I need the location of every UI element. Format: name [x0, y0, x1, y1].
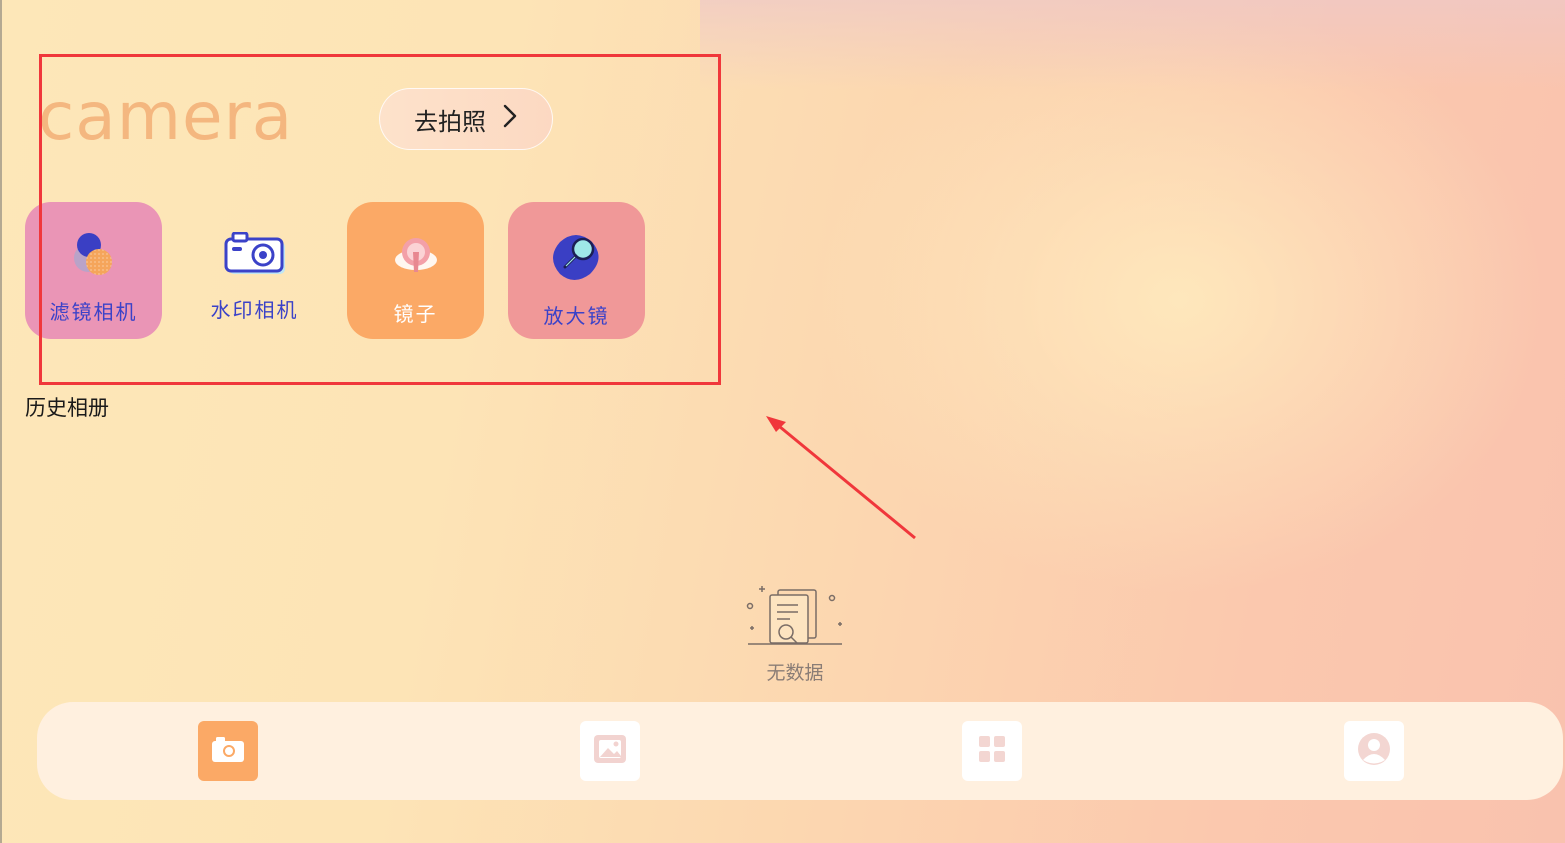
user-icon [1356, 731, 1392, 771]
go-shoot-label: 去拍照 [414, 107, 486, 136]
camera-icon [211, 735, 245, 767]
tool-label: 滤镜相机 [49, 300, 138, 324]
tool-filter-camera[interactable]: 滤镜相机 [25, 202, 162, 339]
image-icon [592, 733, 628, 769]
annotation-arrow [766, 416, 916, 540]
magnifier-icon [550, 232, 604, 284]
tool-magnifier[interactable]: 放大镜 [508, 202, 645, 339]
bottom-tab-bar [37, 702, 1563, 800]
tool-label: 水印相机 [210, 298, 299, 322]
tab-apps[interactable] [962, 721, 1022, 781]
tool-label: 镜子 [393, 302, 438, 326]
app-brand-title: camera [38, 78, 294, 155]
tool-mirror[interactable]: 镜子 [347, 202, 484, 339]
tool-watermark-camera[interactable]: 水印相机 [186, 202, 323, 339]
camera-outline-icon [223, 232, 287, 278]
go-shoot-button[interactable]: 去拍照 [379, 88, 553, 150]
empty-state-text: 无数据 [766, 662, 824, 684]
hand-mirror-icon [391, 232, 441, 282]
tab-camera[interactable] [198, 721, 258, 781]
tab-album[interactable] [580, 721, 640, 781]
tab-profile[interactable] [1344, 721, 1404, 781]
history-album-title: 历史相册 [25, 396, 109, 420]
filter-circles-icon [69, 232, 119, 280]
tool-label: 放大镜 [543, 304, 610, 328]
background-haze [700, 0, 1565, 90]
window-edge [0, 0, 2, 843]
chevron-right-icon [502, 103, 518, 135]
grid-icon [977, 734, 1007, 768]
empty-state: 无数据 [740, 582, 850, 685]
no-data-documents-icon [740, 586, 850, 652]
